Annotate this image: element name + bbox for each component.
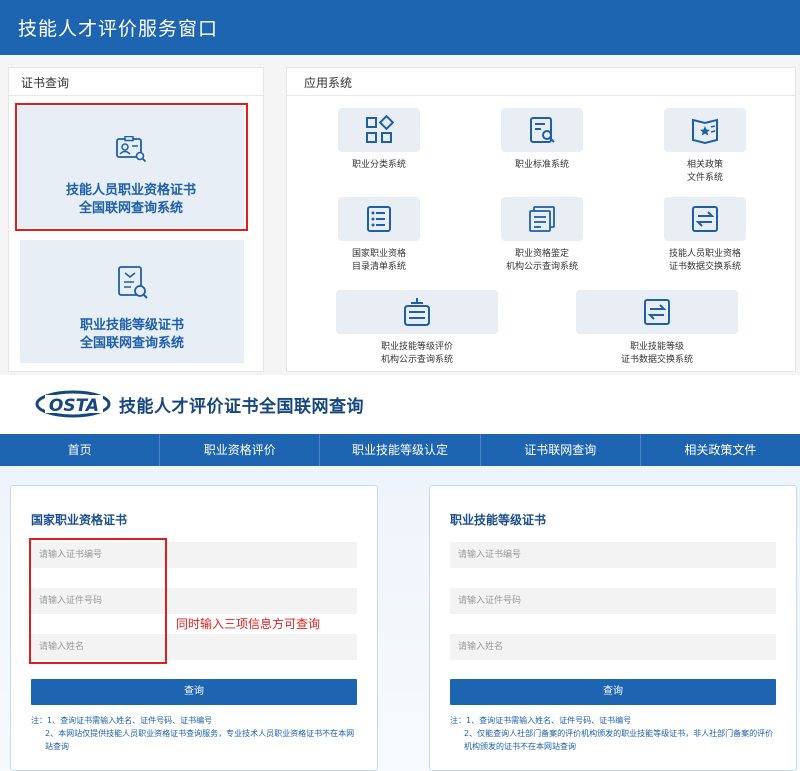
skill-level-form: 职业技能等级证书 查询 注：1、查询证书需输入姓名、证件号码、证书编号 2、仅能…	[429, 485, 797, 771]
form-note-line: 2、仅能查询人社部门备案的评价机构颁发的职业技能等级证书，非人社部门备案的评价	[464, 729, 774, 738]
institution-icon	[336, 290, 498, 334]
app-label: 证书数据交换系统	[668, 262, 741, 272]
form-note-line: 2、本网站仅提供技能人员职业资格证书查询服务，专业技术人员职业资格证书不在本网	[45, 729, 355, 738]
app-appraisal-institution[interactable]: 职业资格鉴定 机构公示查询系统	[462, 197, 622, 277]
app-qualification-data-exchange[interactable]: 技能人员职业资格 证书数据交换系统	[625, 197, 785, 277]
app-skill-evaluation-institution[interactable]: 职业技能等级评价 机构公示查询系统	[336, 290, 498, 370]
page-title: 技能人才评价服务窗口	[18, 18, 219, 40]
app-systems-panel-title: 应用系统	[304, 76, 353, 90]
cert-number-input[interactable]	[450, 542, 776, 568]
app-label: 国家职业资格	[351, 249, 406, 259]
exchange-icon	[664, 197, 746, 241]
nav-cert-network-query[interactable]: 证书联网查询	[481, 434, 641, 466]
cert-card-line1: 职业技能等级证书	[79, 318, 184, 333]
cert-query-panel-header: 证书查询	[9, 68, 263, 96]
app-label: 文件系统	[686, 173, 723, 183]
osta-logo-icon: OSTA	[35, 390, 111, 418]
name-input[interactable]	[450, 634, 776, 660]
app-label: 职业分类系统	[351, 160, 406, 170]
form-note-line: 站查询	[45, 742, 69, 751]
grid-icon	[338, 108, 420, 152]
app-label: 相关政策	[686, 160, 723, 170]
nav-skill-level-certification[interactable]: 职业技能等级认定	[320, 434, 481, 466]
certificate-search-icon	[114, 264, 150, 302]
app-systems-panel-header: 应用系统	[287, 68, 795, 96]
nav-qualification-evaluation[interactable]: 职业资格评价	[160, 434, 321, 466]
app-label: 技能人员职业资格	[668, 249, 741, 259]
nav-home[interactable]: 首页	[0, 434, 161, 466]
query-button[interactable]: 查询	[31, 679, 357, 705]
form-note-line: 机构颁发的证书不在本网站查询	[464, 742, 576, 751]
osta-logo-header: OSTA 技能人才评价证书全国联网查询	[35, 386, 455, 422]
query-button[interactable]: 查询	[450, 679, 776, 705]
app-skill-level-data-exchange[interactable]: 职业技能等级 证书数据交换系统	[576, 290, 738, 370]
app-label: 证书数据交换系统	[620, 355, 693, 365]
hint-three-fields: 同时输入三项信息方可查询	[176, 617, 321, 631]
app-systems-panel: 应用系统 职业分类系统 职业标准系统 相关政策 文件系统 国家职业资格 目录清单…	[286, 67, 796, 372]
cert-card-skill-level[interactable]: 职业技能等级证书 全国联网查询系统	[20, 240, 244, 363]
top-bar: 技能人才评价服务窗口	[0, 0, 800, 55]
form-note-line: 注：1、查询证书需输入姓名、证件号码、证书编号	[450, 716, 632, 725]
nav-related-policy[interactable]: 相关政策文件	[641, 434, 800, 466]
cert-card-line2: 全国联网查询系统	[79, 336, 184, 351]
cert-query-panel: 证书查询 技能人员职业资格证书 全国联网查询系统 职业技能等级证书 全国联网查询…	[8, 67, 264, 372]
list-icon	[338, 197, 420, 241]
osta-brand-text: OSTA	[49, 396, 99, 416]
app-label: 目录清单系统	[351, 262, 406, 272]
cert-query-panel-title: 证书查询	[21, 76, 70, 90]
highlight-box-cert-card	[15, 103, 248, 231]
app-occupation-standard[interactable]: 职业标准系统	[462, 108, 622, 188]
app-occupation-classification[interactable]: 职业分类系统	[299, 108, 459, 188]
app-label: 机构公示查询系统	[505, 262, 578, 272]
app-label: 职业标准系统	[514, 160, 569, 170]
app-label: 职业资格鉴定	[514, 249, 569, 259]
exchange-icon	[576, 290, 738, 334]
app-qualification-catalog[interactable]: 国家职业资格 目录清单系统	[299, 197, 459, 277]
form-title: 国家职业资格证书	[31, 513, 128, 527]
app-label: 职业技能等级	[629, 342, 684, 352]
standard-doc-icon	[501, 108, 583, 152]
policy-book-icon	[664, 108, 746, 152]
id-number-input[interactable]	[450, 588, 776, 614]
osta-logo-text: 技能人才评价证书全国联网查询	[119, 397, 364, 417]
documents-icon	[501, 197, 583, 241]
app-label: 机构公示查询系统	[380, 355, 453, 365]
form-title: 职业技能等级证书	[450, 513, 547, 527]
form-note-line: 注：1、查询证书需输入姓名、证件号码、证书编号	[31, 716, 213, 725]
app-label: 职业技能等级评价	[380, 342, 453, 352]
main-nav: 首页 职业资格评价 职业技能等级认定 证书联网查询 相关政策文件	[0, 434, 800, 466]
app-related-policy[interactable]: 相关政策 文件系统	[625, 108, 785, 188]
highlight-box-inputs	[29, 538, 167, 664]
